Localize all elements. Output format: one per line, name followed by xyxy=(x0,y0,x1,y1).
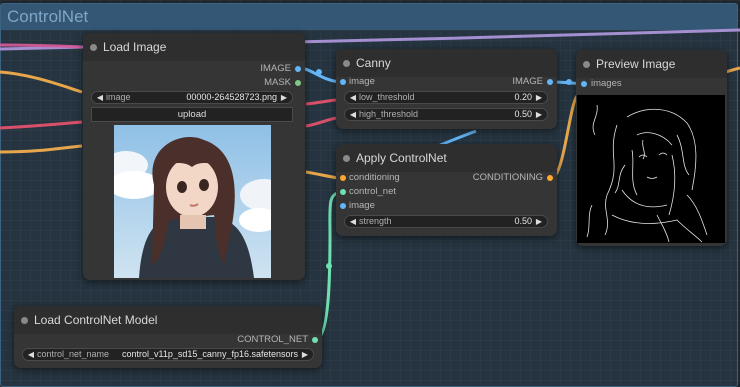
input-label-image: image xyxy=(349,200,375,211)
arrow-left-icon[interactable]: ◀ xyxy=(26,349,36,360)
input-port-control-net[interactable] xyxy=(340,189,346,195)
image-select-widget[interactable]: ◀ image 00000-264528723.png ▶ xyxy=(91,91,293,104)
output-port-control-net[interactable] xyxy=(312,337,318,343)
widget-value: 0.20 xyxy=(514,92,532,102)
node-title[interactable]: Canny xyxy=(336,49,557,77)
widget-label: control_net_name xyxy=(37,349,110,359)
input-label-conditioning: conditioning xyxy=(349,172,400,183)
input-label-images: images xyxy=(591,78,622,89)
node-title-label: Preview Image xyxy=(596,57,676,71)
input-label-control-net: control_net xyxy=(349,186,397,197)
widget-value: 0.50 xyxy=(514,216,532,226)
upload-button[interactable]: upload xyxy=(91,107,293,122)
output-port-image[interactable] xyxy=(547,79,553,85)
title-dot-icon[interactable] xyxy=(21,317,28,324)
node-canny[interactable]: Canny image IMAGE ◀ low_threshold 0.20 ▶… xyxy=(336,49,557,129)
title-dot-icon[interactable] xyxy=(343,60,350,67)
node-preview-image[interactable]: Preview Image images xyxy=(576,50,727,246)
node-title[interactable]: Load ControlNet Model xyxy=(14,306,322,334)
arrow-left-icon[interactable]: ◀ xyxy=(348,109,358,120)
widget-label: low_threshold xyxy=(359,92,415,102)
node-title[interactable]: Apply ControlNet xyxy=(336,144,557,172)
output-label-mask: MASK xyxy=(264,77,291,88)
high-threshold-widget[interactable]: ◀ high_threshold 0.50 ▶ xyxy=(344,108,548,121)
arrow-right-icon[interactable]: ▶ xyxy=(534,109,544,120)
arrow-left-icon[interactable]: ◀ xyxy=(348,92,358,103)
node-title-label: Load ControlNet Model xyxy=(34,313,158,327)
arrow-left-icon[interactable]: ◀ xyxy=(95,92,105,103)
output-port-image[interactable] xyxy=(295,66,301,72)
input-port-conditioning[interactable] xyxy=(340,175,346,181)
widget-value: 0.50 xyxy=(514,109,532,119)
arrow-left-icon[interactable]: ◀ xyxy=(348,216,358,227)
title-dot-icon[interactable] xyxy=(90,44,97,51)
preview-canvas xyxy=(577,95,725,243)
portrait-illustration xyxy=(114,125,271,278)
group-title[interactable]: ControlNet xyxy=(1,4,737,30)
strength-widget[interactable]: ◀ strength 0.50 ▶ xyxy=(344,215,548,228)
input-port-images[interactable] xyxy=(581,81,587,87)
output-label-image: IMAGE xyxy=(512,76,543,87)
image-preview xyxy=(114,125,271,278)
node-apply-controlnet[interactable]: Apply ControlNet conditioning CONDITIONI… xyxy=(336,144,557,236)
widget-label: strength xyxy=(359,216,392,226)
arrow-right-icon[interactable]: ▶ xyxy=(279,92,289,103)
arrow-right-icon[interactable]: ▶ xyxy=(300,349,310,360)
node-title[interactable]: Preview Image xyxy=(576,50,727,78)
output-label-image: IMAGE xyxy=(260,63,291,74)
output-label-control-net: CONTROL_NET xyxy=(237,334,308,345)
output-label-conditioning: CONDITIONING xyxy=(472,172,543,183)
control-net-name-widget[interactable]: ◀ control_net_name control_v11p_sd15_can… xyxy=(22,348,314,361)
widget-label: high_threshold xyxy=(359,109,419,119)
widget-label: image xyxy=(106,92,131,102)
title-dot-icon[interactable] xyxy=(343,155,350,162)
node-title-label: Apply ControlNet xyxy=(356,151,447,165)
input-port-image[interactable] xyxy=(340,203,346,209)
arrow-right-icon[interactable]: ▶ xyxy=(534,92,544,103)
title-dot-icon[interactable] xyxy=(583,61,590,68)
output-port-mask[interactable] xyxy=(295,80,301,86)
node-title-label: Canny xyxy=(356,56,391,70)
arrow-right-icon[interactable]: ▶ xyxy=(534,216,544,227)
input-port-image[interactable] xyxy=(340,79,346,85)
input-label-image: image xyxy=(349,76,375,87)
node-load-image[interactable]: Load Image IMAGE MASK ◀ image 00000-2645… xyxy=(83,33,305,280)
output-port-conditioning[interactable] xyxy=(547,175,553,181)
widget-value: control_v11p_sd15_canny_fp16.safetensors xyxy=(122,349,298,359)
low-threshold-widget[interactable]: ◀ low_threshold 0.20 ▶ xyxy=(344,91,548,104)
node-title-label: Load Image xyxy=(103,40,167,54)
node-title[interactable]: Load Image xyxy=(83,33,305,61)
node-load-controlnet-model[interactable]: Load ControlNet Model CONTROL_NET ◀ cont… xyxy=(14,306,322,368)
widget-value: 00000-264528723.png xyxy=(186,92,277,102)
canny-edges-preview xyxy=(586,104,708,243)
